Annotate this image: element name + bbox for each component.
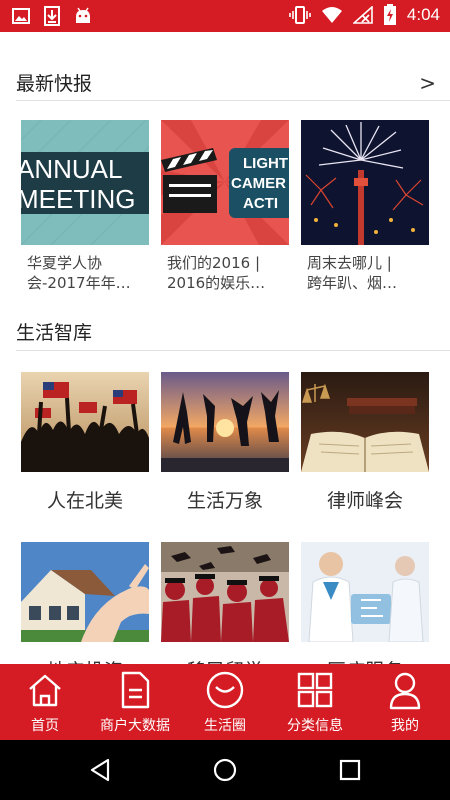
recents-icon[interactable] [339,759,361,781]
vibrate-icon [289,6,311,24]
news-caption-1: 华夏学人协 会-2017年年… [27,254,131,292]
news-caption-3: 周末去哪儿 | 跨年趴、烟… [307,254,398,292]
life-label-lawyer-summit: 律师峰会 [326,490,403,512]
annual-text: ANNUAL [21,154,122,184]
wifi-icon [321,7,342,23]
life-label-medical-services: 医疗服务 [301,656,429,664]
life-thumbnail-immigration-study[interactable] [161,542,289,642]
svg-text:LIGHT: LIGHT [243,155,288,172]
back-icon[interactable] [88,758,112,782]
home-icon [29,674,61,707]
life-label-immigration-study: 移民留学 [161,656,289,664]
life-thumbnail-medical-services[interactable] [301,542,429,642]
nav-classifieds-label: 分类信息 [287,718,343,734]
no-signal-icon [352,6,373,24]
news-thumbnail-light-camera[interactable]: LIGHT CAMER ACTI [161,120,289,245]
nav-mine[interactable]: 我的 [360,664,450,740]
battery-charging-icon [383,4,396,25]
meeting-text: MEETING [21,184,135,214]
status-bar: 4:04 [0,0,450,32]
android-notification-icon [76,7,90,23]
system-navigation-bar [0,740,450,800]
life-label-north-america: 人在北美 [46,490,123,512]
news-more-button[interactable]: > [419,71,436,95]
life-thumbnail-real-estate[interactable] [21,542,149,642]
news-section-title: 最新快报 [16,73,93,95]
image-notification-icon [12,8,30,24]
home-circle-icon[interactable] [213,758,237,782]
life-thumbnail-lawyer-summit[interactable] [301,372,429,472]
nav-merchant-data-label: 商户大数据 [100,718,170,734]
nav-merchant-data[interactable]: 商户大数据 [90,664,180,740]
news-divider [16,100,450,101]
status-time: 4:04 [406,5,440,24]
news-thumbnail-annual-meeting[interactable]: ANNUAL MEETING [21,120,149,245]
life-label-life-scenes: 生活万象 [186,490,263,512]
main-content[interactable]: 最新快报 > ANNUAL MEETING 华夏学人协 会-2017年年… LI… [0,32,450,664]
download-notification-icon [44,6,60,26]
nav-home[interactable]: 首页 [0,664,90,740]
life-divider [16,350,450,351]
nav-life-circle[interactable]: 生活圈 [180,664,270,740]
document-icon [121,671,150,709]
nav-home-label: 首页 [31,718,59,734]
news-thumbnail-fireworks[interactable] [301,120,429,245]
circle-face-icon [206,671,244,709]
nav-life-circle-label: 生活圈 [204,718,246,734]
nav-mine-label: 我的 [391,718,419,734]
nav-classifieds[interactable]: 分类信息 [270,664,360,740]
life-thumbnail-life-scenes[interactable] [161,372,289,472]
grid-icon [297,672,333,708]
news-caption-2: 我们的2016 | 2016的娱乐… [167,254,266,292]
life-section-title: 生活智库 [16,322,93,344]
life-thumbnail-north-america[interactable] [21,372,149,472]
life-label-real-estate: 地产投资 [21,656,149,664]
svg-text:ACTI: ACTI [243,195,278,212]
user-icon [389,672,421,710]
svg-text:CAMER: CAMER [231,175,286,192]
bottom-navigation: 首页 商户大数据 生活圈 分类信息 我的 [0,664,450,740]
